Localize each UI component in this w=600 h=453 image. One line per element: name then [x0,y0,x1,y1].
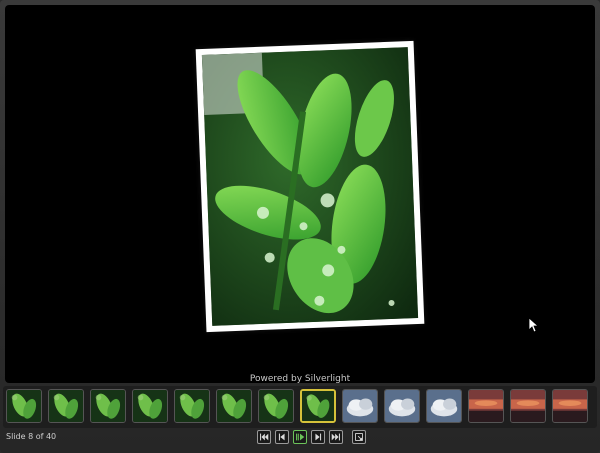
leaf-photo-icon [133,390,167,422]
thumbnail-strip[interactable] [3,386,597,428]
leaf-photo-icon [201,47,419,326]
powered-by-label: Powered by Silverlight [249,374,351,383]
thumbnail-leaf[interactable] [6,389,42,423]
last-icon [331,433,340,441]
next-slide-button[interactable] [311,430,325,444]
leaf-photo-icon [217,390,251,422]
mouse-cursor-icon [529,318,539,333]
leaf-photo-icon [302,391,334,421]
last-slide-button[interactable] [329,430,343,444]
fullscreen-button[interactable] [352,430,366,444]
fullscreen-icon [355,433,363,441]
play-pause-button[interactable] [293,430,307,444]
thumbnail-sunset[interactable] [552,389,588,423]
cloud-photo-icon [343,390,377,422]
thumbnail-leaf[interactable] [258,389,294,423]
first-icon [260,433,269,441]
leaf-photo-icon [175,390,209,422]
next-icon [315,433,322,441]
leaf-photo-icon [259,390,293,422]
thumbnail-cloud[interactable] [342,389,378,423]
cloud-photo-icon [385,390,419,422]
leaf-photo-icon [91,390,125,422]
thumbnail-leaf[interactable] [132,389,168,423]
thumbnail-leaf[interactable] [174,389,210,423]
play-pause-icon [296,433,305,441]
slide-counter: Slide 8 of 40 [6,432,57,441]
thumbnail-leaf[interactable] [216,389,252,423]
slide-stage[interactable]: Powered by Silverlight [5,5,595,383]
leaf-photo-icon [49,390,83,422]
current-photo [201,47,419,326]
previous-icon [278,433,285,441]
thumbnail-cloud[interactable] [384,389,420,423]
first-slide-button[interactable] [257,430,271,444]
sunset-photo-icon [469,390,503,422]
sunset-photo-icon [511,390,545,422]
thumbnail-leaf[interactable] [90,389,126,423]
leaf-photo-icon [7,390,41,422]
thumbnail-leaf[interactable] [48,389,84,423]
cloud-photo-icon [427,390,461,422]
previous-slide-button[interactable] [275,430,289,444]
thumbnail-leaf[interactable] [300,389,336,423]
sunset-photo-icon [553,390,587,422]
thumbnail-cloud[interactable] [426,389,462,423]
current-photo-frame[interactable] [195,40,425,333]
thumbnail-sunset[interactable] [510,389,546,423]
thumbnail-sunset[interactable] [468,389,504,423]
slideshow-player: Powered by Silverlight Slide 8 of 40 [0,0,600,453]
